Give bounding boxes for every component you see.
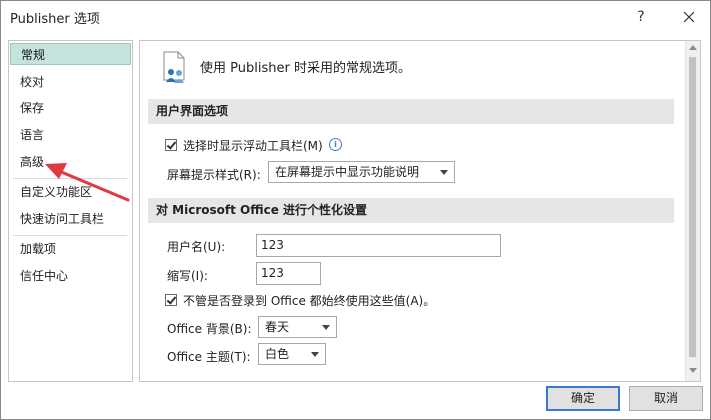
scrollbar-thumb[interactable] [689,57,696,357]
general-options-icon [163,51,185,83]
nav-item-customize-ribbon[interactable]: 自定义功能区 [10,181,131,203]
publisher-options-dialog: Publisher 选项 ? 常规 校对 保存 语言 高级 自定义功能区 快速访… [0,0,711,420]
scroll-down-icon[interactable] [689,368,697,373]
nav-item-trust-center[interactable]: 信任中心 [10,265,131,287]
title-bar: Publisher 选项 ? [1,1,710,33]
options-content-pane: 使用 Publisher 时采用的常规选项。 用户界面选项 选择时显示浮动工具栏… [139,40,701,382]
chevron-down-icon [440,170,448,175]
office-background-label: Office 背景(B): [167,322,252,336]
section-ui-options: 用户界面选项 [148,99,674,124]
office-background-value: 春天 [265,320,290,334]
nav-item-proofing[interactable]: 校对 [10,71,131,93]
nav-item-quick-access-toolbar[interactable]: 快速访问工具栏 [10,208,131,230]
ok-button[interactable]: 确定 [546,386,620,411]
vertical-scrollbar[interactable] [685,41,700,381]
office-theme-value: 白色 [265,347,290,361]
screentip-value: 在屏幕提示中显示功能说明 [275,165,420,179]
close-icon [683,11,695,23]
initials-input[interactable]: 123 [256,262,321,285]
nav-item-addins[interactable]: 加载项 [10,238,131,260]
scroll-up-icon[interactable] [689,45,697,50]
nav-item-save[interactable]: 保存 [10,97,131,119]
screentip-style-dropdown[interactable]: 在屏幕提示中显示功能说明 [268,161,455,183]
office-background-dropdown[interactable]: 春天 [258,316,337,338]
username-label: 用户名(U): [167,240,226,254]
always-use-label: 不管是否登录到 Office 都始终使用这些值(A)。 [183,294,436,308]
section-personalize: 对 Microsoft Office 进行个性化设置 [148,198,674,223]
nav-item-advanced[interactable]: 高级 [10,151,131,173]
help-button[interactable]: ? [629,5,653,29]
screentip-label: 屏幕提示样式(R): [167,168,261,182]
nav-divider [13,235,127,236]
nav-divider [13,178,127,179]
nav-item-language[interactable]: 语言 [10,124,131,146]
chevron-down-icon [322,325,330,330]
info-icon: i [329,138,342,151]
options-nav: 常规 校对 保存 语言 高级 自定义功能区 快速访问工具栏 加载项 信任中心 [8,40,133,382]
mini-toolbar-label: 选择时显示浮动工具栏(M) [183,139,323,153]
mini-toolbar-checkbox[interactable] [165,139,177,151]
close-button[interactable] [677,5,701,29]
window-title: Publisher 选项 [10,12,100,27]
chevron-down-icon [311,352,319,357]
header-text: 使用 Publisher 时采用的常规选项。 [200,61,411,76]
initials-label: 缩写(I): [167,269,208,283]
always-use-checkbox[interactable] [165,294,177,306]
nav-item-general[interactable]: 常规 [10,43,131,65]
username-input[interactable]: 123 [256,234,501,257]
cancel-button[interactable]: 取消 [629,386,703,411]
office-theme-dropdown[interactable]: 白色 [258,343,326,365]
office-theme-label: Office 主题(T): [167,350,251,364]
